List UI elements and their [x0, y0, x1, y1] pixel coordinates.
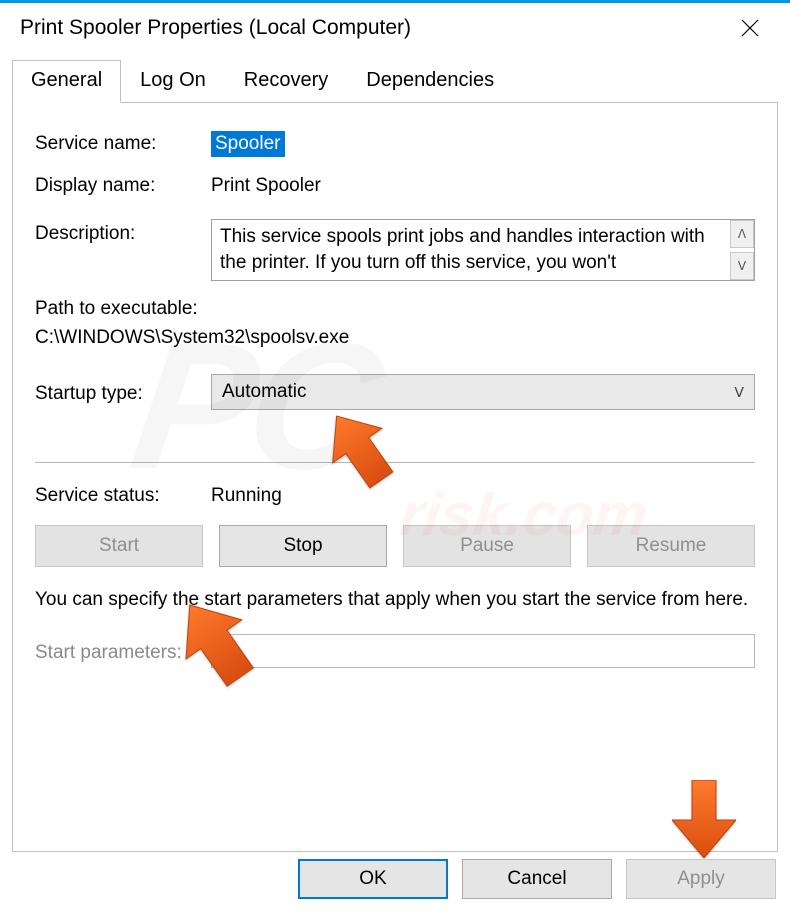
value-startup-type: Automatic	[222, 381, 306, 403]
close-button[interactable]	[730, 8, 770, 48]
divider	[35, 462, 755, 463]
tab-dependencies[interactable]: Dependencies	[347, 60, 513, 103]
apply-button[interactable]: Apply	[626, 859, 776, 899]
start-parameters-input[interactable]	[211, 634, 755, 668]
chevron-up-icon: ᐱ	[738, 226, 746, 242]
tab-general[interactable]: General	[12, 60, 121, 103]
startup-type-combo[interactable]: Automatic ᐯ	[211, 374, 755, 410]
dialog-button-row: OK Cancel Apply	[298, 859, 776, 899]
label-startup-type: Startup type:	[35, 379, 211, 405]
pause-button[interactable]: Pause	[403, 525, 571, 567]
label-display-name: Display name:	[35, 171, 211, 197]
label-start-parameters: Start parameters:	[35, 638, 211, 664]
scroll-up-button[interactable]: ᐱ	[730, 220, 754, 248]
chevron-down-icon: ᐯ	[734, 384, 744, 401]
window-title: Print Spooler Properties (Local Computer…	[20, 16, 411, 40]
close-icon	[741, 19, 759, 37]
value-path: C:\WINDOWS\System32\spoolsv.exe	[35, 324, 755, 353]
label-service-status: Service status:	[35, 481, 211, 507]
chevron-down-icon: ᐯ	[738, 258, 746, 274]
tabpanel-general: PCrisk.com Service name: Spooler Display…	[12, 102, 778, 852]
label-path: Path to executable:	[35, 295, 755, 324]
label-description: Description:	[35, 219, 211, 245]
description-box[interactable]: This service spools print jobs and handl…	[211, 219, 755, 281]
value-description: This service spools print jobs and handl…	[220, 226, 705, 273]
value-service-name: Spooler	[211, 131, 285, 157]
tab-logon[interactable]: Log On	[121, 60, 225, 103]
tab-strip: General Log On Recovery Dependencies	[12, 59, 778, 102]
scroll-down-button[interactable]: ᐯ	[730, 252, 754, 280]
titlebar: Print Spooler Properties (Local Computer…	[0, 3, 790, 59]
tab-recovery[interactable]: Recovery	[225, 60, 347, 103]
cancel-button[interactable]: Cancel	[462, 859, 612, 899]
start-button[interactable]: Start	[35, 525, 203, 567]
description-scrollbar: ᐱ ᐯ	[730, 220, 754, 280]
ok-button[interactable]: OK	[298, 859, 448, 899]
start-params-note: You can specify the start parameters tha…	[35, 587, 755, 614]
value-service-status: Running	[211, 481, 282, 507]
stop-button[interactable]: Stop	[219, 525, 387, 567]
value-display-name: Print Spooler	[211, 171, 321, 197]
resume-button[interactable]: Resume	[587, 525, 755, 567]
label-service-name: Service name:	[35, 129, 211, 155]
